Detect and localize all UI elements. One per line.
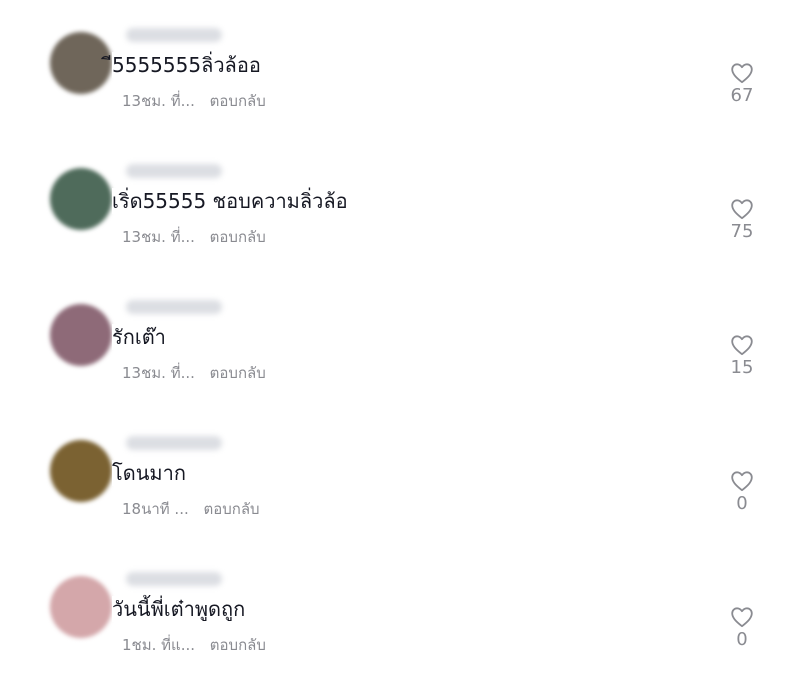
- heart-outline-icon[interactable]: [730, 198, 754, 220]
- heart-outline-icon[interactable]: [730, 62, 754, 84]
- comment-time: 13ชม. ที่...: [122, 92, 195, 110]
- comment-time: 13ชม. ที่...: [122, 228, 195, 246]
- username-blurred[interactable]: [126, 300, 222, 314]
- reply-button[interactable]: ตอบกลับ: [210, 636, 266, 654]
- heart-outline-icon[interactable]: [730, 470, 754, 492]
- reply-button[interactable]: ตอบกลับ: [210, 364, 266, 382]
- like-count: 15: [730, 357, 754, 378]
- avatar[interactable]: [50, 304, 112, 366]
- heart-outline-icon[interactable]: [730, 606, 754, 628]
- like-control: 0: [725, 470, 759, 514]
- comment-item: ี5555555ลิ่วล้ออ 13ชม. ที่... ตอบกลับ 67: [40, 28, 780, 138]
- comment-time: 13ชม. ที่...: [122, 364, 195, 382]
- like-control: 75: [725, 198, 759, 242]
- comment-text: ี5555555ลิ่วล้ออ: [112, 52, 267, 78]
- username-blurred[interactable]: [126, 436, 222, 450]
- avatar[interactable]: [50, 168, 112, 230]
- comment-text: โดนมาก: [112, 460, 192, 486]
- like-control: 0: [725, 606, 759, 650]
- like-count: 0: [736, 629, 748, 650]
- like-count: 0: [736, 493, 748, 514]
- reply-button[interactable]: ตอบกลับ: [204, 500, 260, 518]
- comment-meta: 13ชม. ที่... ตอบกลับ: [122, 228, 266, 246]
- reply-button[interactable]: ตอบกลับ: [210, 92, 266, 110]
- reply-button[interactable]: ตอบกลับ: [210, 228, 266, 246]
- comment-meta: 13ชม. ที่... ตอบกลับ: [122, 364, 266, 382]
- comment-item: เริ่ด55555 ชอบความลิ่วล้อ 13ชม. ที่... ต…: [40, 164, 780, 274]
- comment-text: เริ่ด55555 ชอบความลิ่วล้อ: [112, 188, 354, 214]
- avatar[interactable]: [50, 32, 112, 94]
- comment-text: วันนี้พี่เต๋าพูดถูก: [112, 596, 252, 622]
- avatar[interactable]: [50, 576, 112, 638]
- like-control: 15: [725, 334, 759, 378]
- like-control: 67: [725, 62, 759, 106]
- comment-text: รักเต๊า: [112, 324, 172, 350]
- username-blurred[interactable]: [126, 572, 222, 586]
- comment-meta: 13ชม. ที่... ตอบกลับ: [122, 92, 266, 110]
- comment-meta: 18นาที ... ตอบกลับ: [122, 500, 260, 518]
- heart-outline-icon[interactable]: [730, 334, 754, 356]
- like-count: 75: [730, 221, 754, 242]
- username-blurred[interactable]: [126, 164, 222, 178]
- comment-list: ี5555555ลิ่วล้ออ 13ชม. ที่... ตอบกลับ 67…: [0, 0, 800, 689]
- comment-item: รักเต๊า 13ชม. ที่... ตอบกลับ 15: [40, 300, 780, 410]
- comment-item: โดนมาก 18นาที ... ตอบกลับ 0: [40, 436, 780, 546]
- comment-time: 18นาที ...: [122, 500, 189, 518]
- username-blurred[interactable]: [126, 28, 222, 42]
- comment-meta: 1ชม. ที่แ... ตอบกลับ: [122, 636, 266, 654]
- comment-item: วันนี้พี่เต๋าพูดถูก 1ชม. ที่แ... ตอบกลับ…: [40, 572, 780, 682]
- comment-time: 1ชม. ที่แ...: [122, 636, 196, 654]
- like-count: 67: [730, 85, 754, 106]
- avatar[interactable]: [50, 440, 112, 502]
